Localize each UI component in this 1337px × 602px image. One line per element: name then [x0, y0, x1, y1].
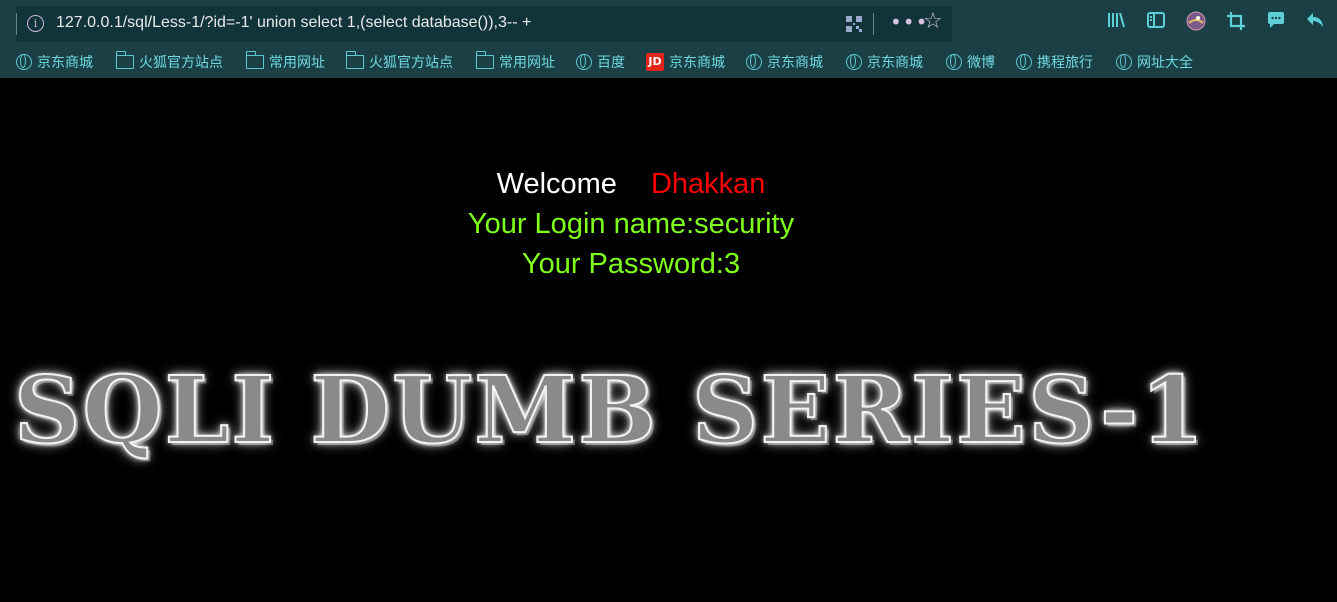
bookmark-label: 百度: [597, 55, 625, 71]
welcome-text: Welcome: [496, 168, 617, 200]
bookmark-item[interactable]: 携程旅行: [1016, 51, 1093, 73]
bookmark-label: 网址大全: [1137, 55, 1193, 71]
bookmark-folder[interactable]: 常用网址: [475, 51, 555, 73]
bookmark-label: 微博: [967, 55, 995, 71]
welcome-line: Welcome Dhakkan: [0, 168, 1262, 201]
bookmark-item[interactable]: 京东商城: [746, 51, 823, 73]
bookmark-item[interactable]: JD 京东商城: [646, 51, 725, 73]
url-text[interactable]: 127.0.0.1/sql/Less-1/?id=-1' union selec…: [56, 14, 531, 32]
qr-code-icon[interactable]: [846, 16, 862, 32]
bookmark-label: 京东商城: [767, 55, 823, 71]
bookmark-star-icon[interactable]: ☆: [923, 9, 943, 34]
folder-icon: [345, 51, 364, 69]
bookmark-label: 携程旅行: [1037, 55, 1093, 71]
site-info-icon[interactable]: i: [27, 15, 44, 32]
globe-icon: [16, 54, 32, 70]
bookmark-item[interactable]: 微博: [946, 51, 995, 73]
bookmark-item[interactable]: 网址大全: [1116, 51, 1193, 73]
bookmark-label: 火狐官方站点: [369, 55, 453, 71]
folder-icon: [245, 51, 264, 69]
login-name-result: Your Login name:security: [467, 208, 795, 240]
screenshot-crop-icon[interactable]: [1224, 11, 1248, 35]
bookmark-label: 常用网址: [269, 55, 325, 71]
address-bar[interactable]: i 127.0.0.1/sql/Less-1/?id=-1' union sel…: [16, 6, 952, 42]
series-banner: SQLI DUMB SERIES-1: [13, 359, 1254, 461]
globe-icon: [746, 54, 762, 70]
browser-toolbar: ‹ i 127.0.0.1/sql/Less-1/?id=-1' union s…: [0, 0, 1337, 46]
globe-icon: [846, 54, 862, 70]
profile-icon[interactable]: [1184, 11, 1208, 35]
library-icon[interactable]: [1104, 11, 1128, 35]
globe-icon: [1016, 54, 1032, 70]
sidebar-icon[interactable]: [1144, 11, 1168, 35]
bookmark-folder[interactable]: 常用网址: [245, 51, 325, 73]
banner-title: SQLI DUMB SERIES-1: [13, 359, 1254, 461]
browser-chrome: ‹ i 127.0.0.1/sql/Less-1/?id=-1' union s…: [0, 0, 1337, 78]
jd-logo-icon: JD: [646, 53, 664, 71]
bookmark-label: 常用网址: [499, 55, 555, 71]
password-result: Your Password:3: [521, 248, 741, 280]
folder-icon: [115, 51, 134, 69]
user-name-text: Dhakkan: [650, 168, 766, 200]
bookmark-label: 京东商城: [669, 55, 725, 71]
globe-icon: [1116, 54, 1132, 70]
bookmark-folder[interactable]: 火狐官方站点: [115, 51, 223, 73]
separator: [16, 13, 17, 35]
bookmark-item[interactable]: 京东商城: [16, 51, 93, 73]
globe-icon: [576, 54, 592, 70]
bookmark-label: 京东商城: [37, 55, 93, 71]
bookmark-item[interactable]: 百度: [576, 51, 625, 73]
bookmarks-bar: 京东商城 火狐官方站点 常用网址 火狐官方站点 常用网址 百度 JD 京东商城: [0, 48, 1337, 76]
folder-icon: [475, 51, 494, 69]
separator: [873, 13, 874, 35]
undo-icon[interactable]: [1303, 11, 1327, 35]
bookmark-label: 京东商城: [867, 55, 923, 71]
bookmark-folder[interactable]: 火狐官方站点: [345, 51, 453, 73]
bookmark-label: 火狐官方站点: [139, 55, 223, 71]
bookmark-item[interactable]: 京东商城: [846, 51, 923, 73]
page-content: Welcome Dhakkan Your Login name:security …: [0, 78, 1337, 602]
globe-icon: [946, 54, 962, 70]
back-icon[interactable]: ‹: [0, 12, 8, 32]
chat-icon[interactable]: [1264, 11, 1288, 35]
